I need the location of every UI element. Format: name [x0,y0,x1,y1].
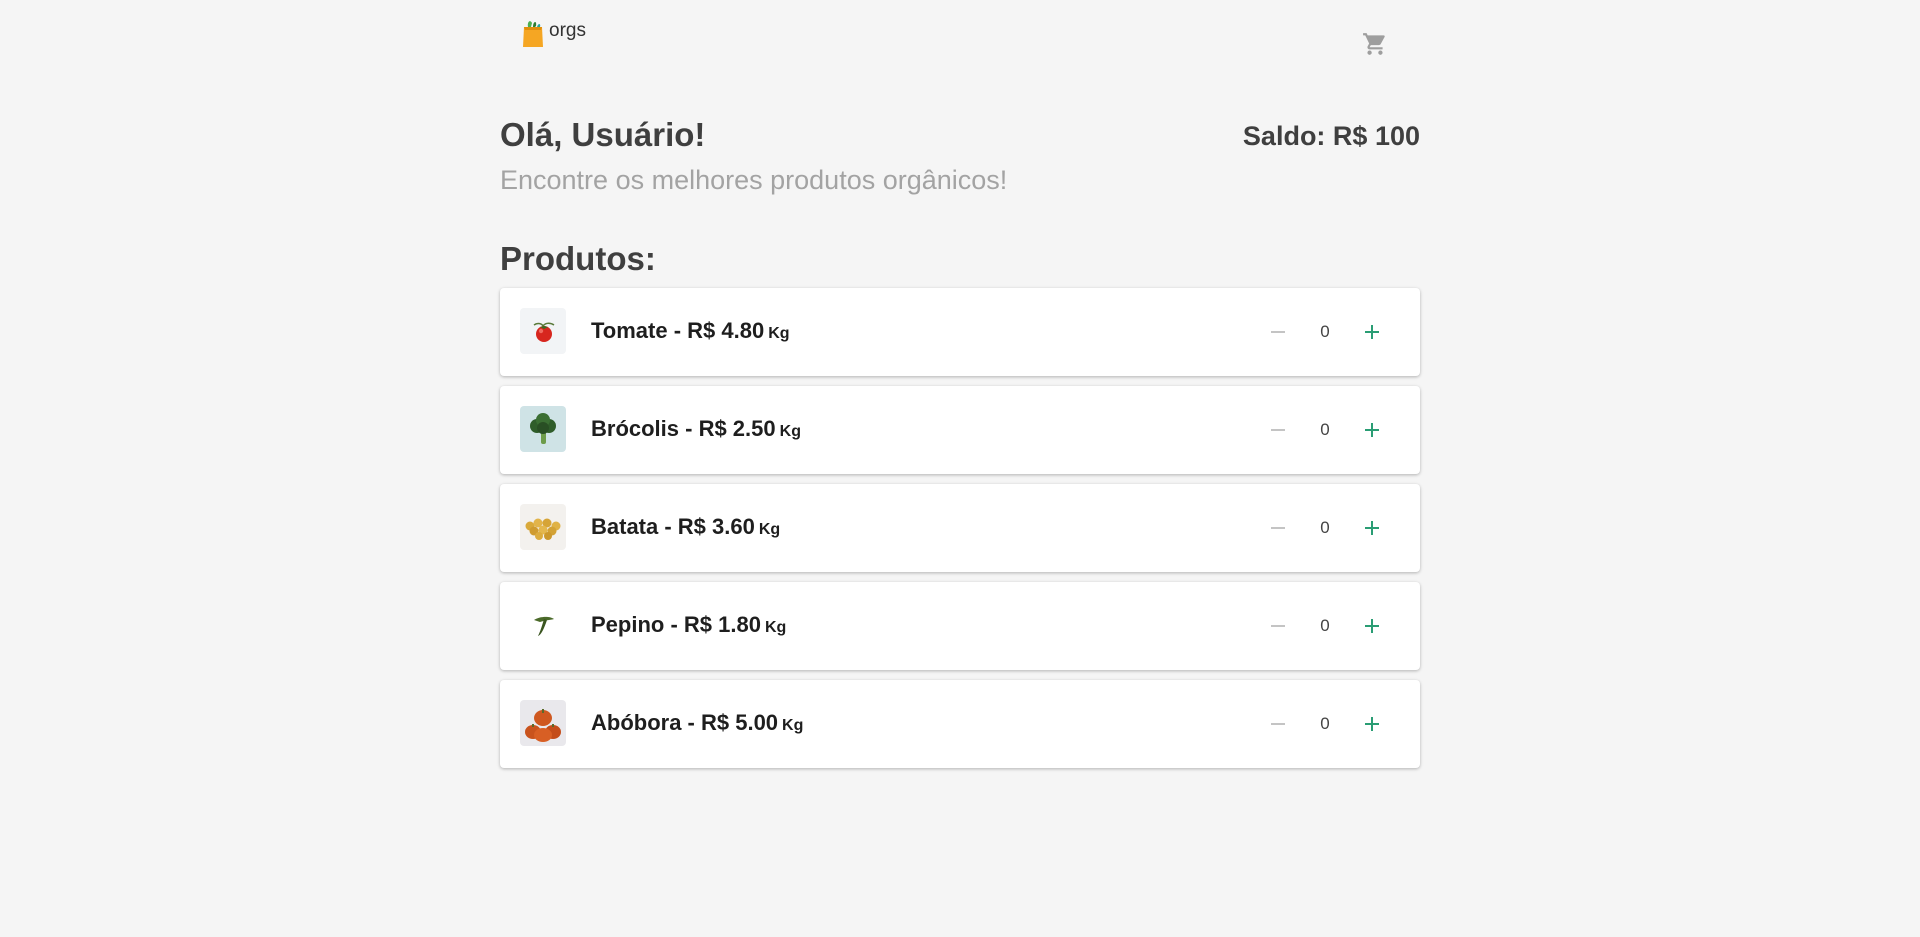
quantity-value: 0 [1320,616,1330,635]
minus-icon [1271,331,1285,333]
product-label: Pepino - R$ 1.80 Kg [591,612,786,638]
app-header: orgs [0,0,1920,80]
decrement-button[interactable] [1260,314,1296,350]
product-card: Tomate - R$ 4.80 Kg 0 [500,288,1420,376]
product-name-price: Abóbora - R$ 5.00 [591,710,779,735]
plus-icon [1365,717,1379,731]
product-card: Abóbora - R$ 5.00 Kg 0 [500,680,1420,768]
logo-text: orgs [549,20,586,41]
product-name-price: Brócolis - R$ 2.50 [591,416,776,441]
tomato-icon [520,308,566,354]
product-unit: Kg [764,619,787,636]
increment-button[interactable] [1354,706,1390,742]
plus-icon [1365,619,1379,633]
product-unit: Kg [779,423,801,440]
cucumber-icon [520,602,566,648]
product-card: Pepino - R$ 1.80 Kg 0 [500,582,1420,670]
increment-button[interactable] [1354,314,1390,350]
quantity-value: 0 [1320,518,1330,537]
greeting-title: Olá, Usuário! [500,116,706,153]
quantity-stepper: 0 [1260,608,1390,644]
product-label: Tomate - R$ 4.80 Kg [591,318,790,344]
product-unit: Kg [768,325,790,342]
increment-button[interactable] [1354,608,1390,644]
shopping-bag-icon [523,21,543,47]
logo[interactable]: orgs [521,18,586,48]
decrement-button[interactable] [1260,706,1296,742]
subtitle: Encontre os melhores produtos orgânicos! [500,165,1008,195]
broccoli-icon [520,406,566,452]
product-name-price: Pepino - R$ 1.80 [591,612,761,637]
product-label: Abóbora - R$ 5.00 Kg [591,710,803,736]
decrement-button[interactable] [1260,608,1296,644]
potato-icon [520,504,566,550]
quantity-stepper: 0 [1260,314,1390,350]
decrement-button[interactable] [1260,412,1296,448]
product-label: Brócolis - R$ 2.50 Kg [591,416,801,442]
minus-icon [1271,429,1285,431]
plus-icon [1365,325,1379,339]
greeting-row: Olá, Usuário! Saldo: R$ 100 [500,110,1420,160]
quantity-value: 0 [1320,322,1330,341]
product-list: Tomate - R$ 4.80 Kg 0 Brócolis - R$ 2.50… [500,288,1420,778]
product-name-price: Batata - R$ 3.60 [591,514,755,539]
product-unit: Kg [758,521,781,538]
main-content: Olá, Usuário! Saldo: R$ 100 Encontre os … [500,110,1420,768]
pumpkin-icon [520,700,566,746]
plus-icon [1365,521,1379,535]
balance-label: Saldo: R$ 100 [1242,121,1420,151]
increment-button[interactable] [1354,412,1390,448]
quantity-stepper: 0 [1260,510,1390,546]
product-unit: Kg [782,717,804,734]
quantity-stepper: 0 [1260,412,1390,448]
minus-icon [1271,625,1285,627]
products-title: Produtos: [500,240,656,277]
product-card: Brócolis - R$ 2.50 Kg 0 [500,386,1420,474]
cart-icon[interactable] [1362,31,1388,57]
quantity-value: 0 [1320,420,1330,439]
minus-icon [1271,723,1285,725]
product-label: Batata - R$ 3.60 Kg [591,514,780,540]
increment-button[interactable] [1354,510,1390,546]
quantity-stepper: 0 [1260,706,1390,742]
quantity-value: 0 [1320,714,1330,733]
plus-icon [1365,423,1379,437]
minus-icon [1271,527,1285,529]
product-name-price: Tomate - R$ 4.80 [591,318,765,343]
decrement-button[interactable] [1260,510,1296,546]
product-card: Batata - R$ 3.60 Kg 0 [500,484,1420,572]
